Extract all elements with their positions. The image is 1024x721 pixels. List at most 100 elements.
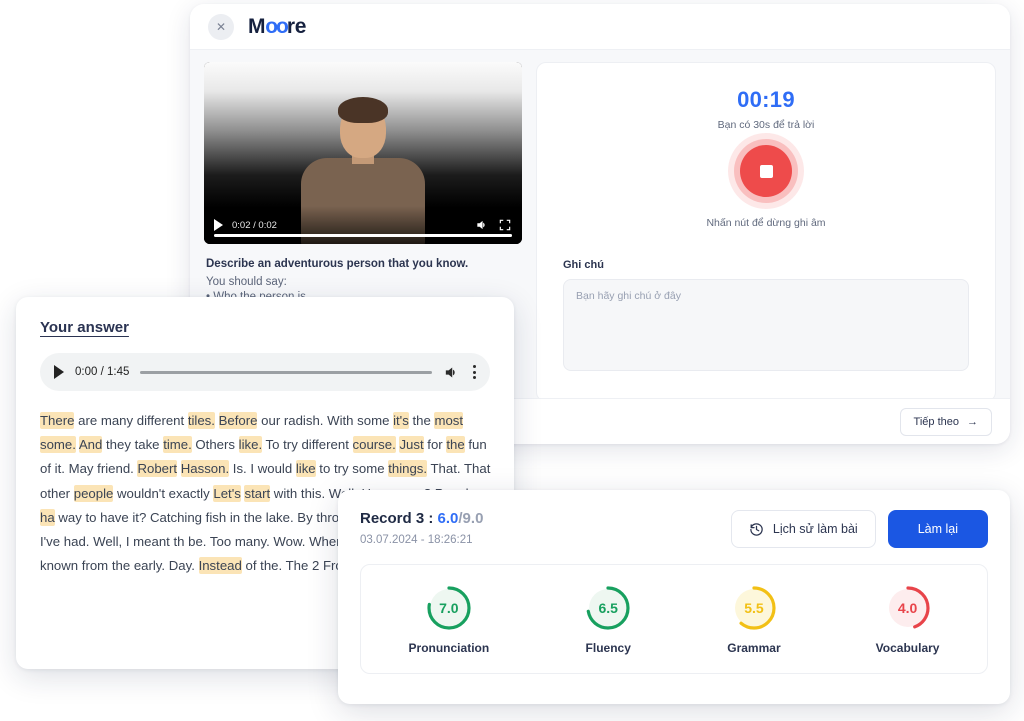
clock-history-icon [749,522,764,537]
transcript-text: way to have it? Catching fish in the lak… [55,510,343,525]
logo-text-oo: oo [265,15,287,39]
score-item: 4.0 Vocabulary [876,584,940,655]
app-logo: Moore [248,15,306,39]
transcript-highlight: people [74,485,114,502]
transcript-highlight: Let's [213,485,240,502]
transcript-highlight: And [79,436,102,453]
score-label: Grammar [727,641,780,655]
app-header: ✕ Moore [190,4,1010,50]
score-ring: 5.5 [730,584,778,632]
logo-text-post: re [287,15,306,39]
transcript-highlight: Hasson. [181,460,229,477]
transcript-highlight: it's [393,412,409,429]
transcript-highlight: some. [40,436,76,453]
transcript-highlight: Robert [137,460,177,477]
score-ring: 6.5 [584,584,632,632]
transcript-text: are many different [74,413,187,428]
video-current-time: 0:02 [232,220,251,231]
transcript-highlight: start [244,485,270,502]
screenshot-stage: ✕ Moore [0,0,1024,721]
transcript-text: our radish. With some [257,413,393,428]
transcript-text: they take [102,437,163,452]
audio-time-separator: / [101,366,104,378]
video-time-separator: / [253,220,256,231]
record-label: Record 3 : [360,510,433,527]
transcript-highlight: There [40,412,74,429]
transcript-text: to try some [316,461,389,476]
transcript-text: for [424,437,447,452]
video-controls: 0:02 / 0:02 [204,206,522,244]
history-button-label: Lịch sử làm bài [773,522,858,536]
transcript-text: known from the early. Day. [40,558,199,573]
logo-text-pre: M [248,15,265,39]
audio-progress-bar[interactable] [140,371,432,374]
question-title: Describe an adventurous person that you … [206,256,520,273]
transcript-highlight: Instead [199,557,242,574]
redo-button[interactable]: Làm lại [888,510,988,548]
fullscreen-icon[interactable] [498,218,512,232]
note-label: Ghi chú [563,259,969,271]
note-input[interactable] [563,279,969,371]
video-player[interactable]: 0:02 / 0:02 [204,62,522,244]
volume-icon[interactable] [475,218,489,232]
transcript-text: Is. I would [229,461,296,476]
arrow-right-icon: → [967,416,978,428]
transcript-highlight: the [446,436,464,453]
score-label: Fluency [586,641,631,655]
transcript-text: To try different [262,437,352,452]
transcript-text: Others [192,437,239,452]
score-value: 4.0 [884,584,932,632]
result-meta: Record 3 : 6.0/9.0 03.07.2024 - 18:26:21 [360,510,483,546]
stop-recording-button[interactable] [740,145,792,197]
transcript-text: wouldn't exactly [113,486,213,501]
transcript-highlight: like. [239,436,262,453]
score-item: 5.5 Grammar [727,584,780,655]
transcript-highlight: things. [388,460,427,477]
play-icon[interactable] [214,219,223,231]
stop-square-icon [760,165,773,178]
record-date: 03.07.2024 - 18:26:21 [360,534,483,546]
score-value: 6.5 [584,584,632,632]
video-time: 0:02 / 0:02 [232,220,277,231]
record-score-total: /9.0 [458,510,483,527]
transcript-highlight: course. [353,436,396,453]
your-answer-title: Your answer [40,319,129,336]
close-icon[interactable]: ✕ [208,14,234,40]
recording-timer: 00:19 [563,87,969,113]
criteria-scores: 7.0 Pronunciation 6.5 Fluency 5.5 Grammar 4.0 V… [360,564,988,674]
transcript-highlight: most [434,412,463,429]
transcript-highlight: Just [399,436,423,453]
score-item: 6.5 Fluency [584,584,632,655]
transcript-highlight: tiles. [188,412,215,429]
result-card: Record 3 : 6.0/9.0 03.07.2024 - 18:26:21… [338,490,1010,704]
score-ring: 7.0 [425,584,473,632]
video-duration: 0:02 [258,220,277,231]
play-icon[interactable] [54,365,64,379]
history-button[interactable]: Lịch sử làm bài [731,510,876,548]
score-ring: 4.0 [884,584,932,632]
more-options-icon[interactable] [471,365,476,379]
video-progress-bar[interactable] [214,234,512,237]
record-score: 6.0 [438,510,459,527]
volume-icon[interactable] [443,364,460,381]
next-button-label: Tiếp theo [914,416,959,428]
score-label: Vocabulary [876,641,940,655]
stop-recording-hint: Nhấn nút để dừng ghi âm [563,217,969,229]
audio-duration: 1:45 [107,366,129,378]
result-actions: Lịch sử làm bài Làm lại [731,510,988,548]
score-item: 7.0 Pronunciation [409,584,490,655]
score-label: Pronunciation [409,641,490,655]
transcript-highlight: like [296,460,316,477]
transcript-highlight: time. [163,436,192,453]
transcript-text: the [409,413,435,428]
recording-timer-hint: Bạn có 30s để trả lời [563,119,969,131]
answer-audio-player[interactable]: 0:00 / 1:45 [40,353,490,391]
question-subtitle: You should say: [206,276,520,288]
recorder-column: 00:19 Bạn có 30s để trả lời Nhấn nút để … [536,62,996,402]
transcript-highlight: Before [219,412,258,429]
audio-time: 0:00 / 1:45 [75,366,129,378]
record-title: Record 3 : 6.0/9.0 [360,510,483,527]
transcript-highlight: ha [40,509,55,526]
next-button[interactable]: Tiếp theo → [900,408,992,436]
audio-current-time: 0:00 [75,366,97,378]
